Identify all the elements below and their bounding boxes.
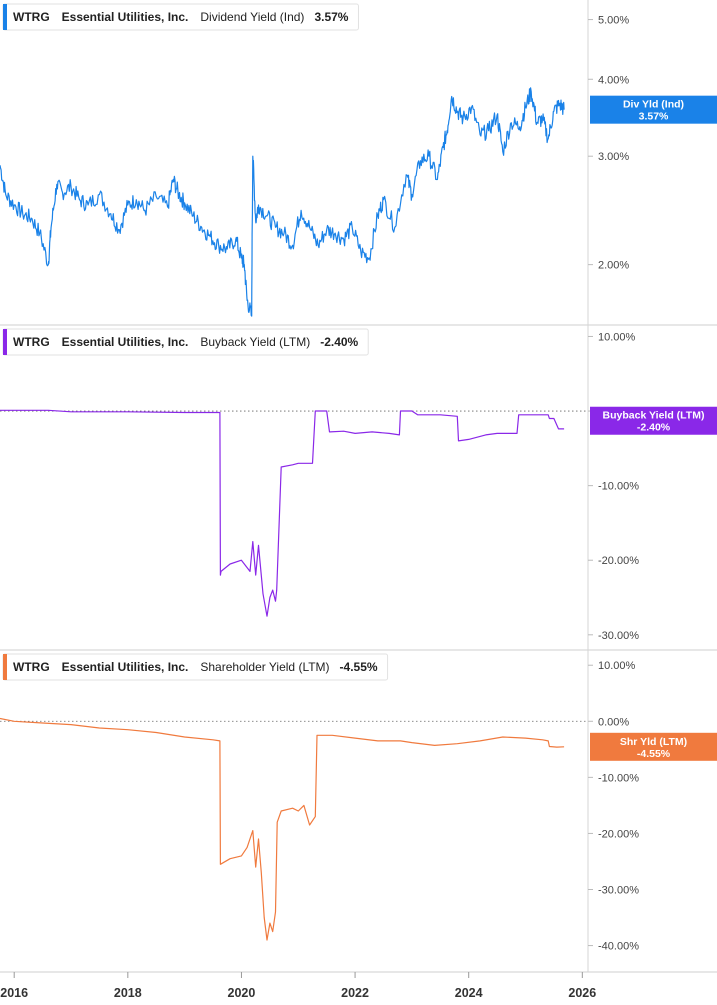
legend-value: 3.57% [314, 10, 348, 24]
y-tick-label: -20.00% [598, 555, 639, 567]
panel-1: 5.00% 4.00% 3.00% 2.00% WTRG Essential Utilit… [0, 0, 717, 326]
legend: WTRG Essential Utilities, Inc. Shareholder… [2, 653, 389, 681]
value-tag-value: -4.55% [637, 748, 671, 760]
legend-company: Essential Utilities, Inc. [62, 10, 189, 24]
value-tag: Buyback Yield (LTM)-2.40% [590, 406, 717, 435]
y-tick-label: 3.00% [598, 151, 629, 163]
legend: WTRG Essential Utilities, Inc. Buyback Yie… [2, 328, 369, 356]
legend-ticker: WTRG [13, 660, 50, 674]
y-tick-label: -10.00% [598, 772, 639, 784]
y-tick-label: -40.00% [598, 941, 639, 953]
value-tag: Div Yld (Ind)3.57% [590, 95, 717, 124]
legend-metric: Dividend Yield (Ind) [200, 10, 304, 24]
value-tag-title: Shr Yld (LTM) [620, 736, 687, 748]
legend-color-swatch [3, 654, 7, 680]
x-tick-label: 2026 [568, 986, 596, 1000]
value-tag-title: Div Yld (Ind) [623, 99, 684, 111]
y-tick-label: -20.00% [598, 828, 639, 840]
y-tick-label: 10.00% [598, 331, 636, 343]
legend-ticker: WTRG [13, 10, 50, 24]
chart-svg: 5.00% 4.00% 3.00% 2.00% WTRG Essential Utilit… [0, 0, 717, 1000]
x-tick-label: 2020 [228, 986, 256, 1000]
legend-metric: Buyback Yield (LTM) [200, 335, 310, 349]
series-line [0, 717, 565, 941]
x-tick-label: 2022 [341, 986, 369, 1000]
x-tick-label: 2018 [114, 986, 142, 1000]
y-tick-label: -10.00% [598, 481, 639, 493]
legend-value: -4.55% [340, 660, 378, 674]
legend-value: -2.40% [320, 335, 358, 349]
legend: WTRG Essential Utilities, Inc. Dividend Yi… [2, 3, 359, 31]
panel-3: 10.00% 0.00% -10.00% -20.00% -30.00% -40.00% W… [0, 650, 717, 973]
x-tick-label: 2016 [0, 986, 28, 1000]
legend-color-swatch [3, 329, 7, 355]
legend-metric: Shareholder Yield (LTM) [200, 660, 329, 674]
y-tick-label: -30.00% [598, 630, 639, 642]
y-tick-label: 5.00% [598, 15, 629, 27]
y-tick-label: -30.00% [598, 885, 639, 897]
x-axis: 2016 2018 2020 2022 2024 2026 [0, 971, 596, 1000]
value-tag: Shr Yld (LTM)-4.55% [590, 732, 717, 761]
y-tick-label: 0.00% [598, 716, 629, 728]
legend-color-swatch [3, 4, 7, 30]
panel-2: 10.00%0.00%-10.00%-20.00%-30.00%WTRGEsse… [0, 325, 717, 651]
series-line [0, 409, 565, 617]
y-tick-label: 4.00% [598, 74, 629, 86]
x-tick-label: 2024 [455, 986, 483, 1000]
y-tick-label: 10.00% [598, 660, 636, 672]
value-tag-value: -2.40% [637, 422, 671, 434]
value-tag-value: 3.57% [639, 111, 669, 123]
legend-company: Essential Utilities, Inc. [62, 660, 189, 674]
legend-company: Essential Utilities, Inc. [62, 335, 189, 349]
legend-ticker: WTRG [13, 335, 50, 349]
y-tick-label: 2.00% [598, 260, 629, 272]
value-tag-title: Buyback Yield (LTM) [603, 410, 705, 422]
series-line [0, 87, 565, 317]
